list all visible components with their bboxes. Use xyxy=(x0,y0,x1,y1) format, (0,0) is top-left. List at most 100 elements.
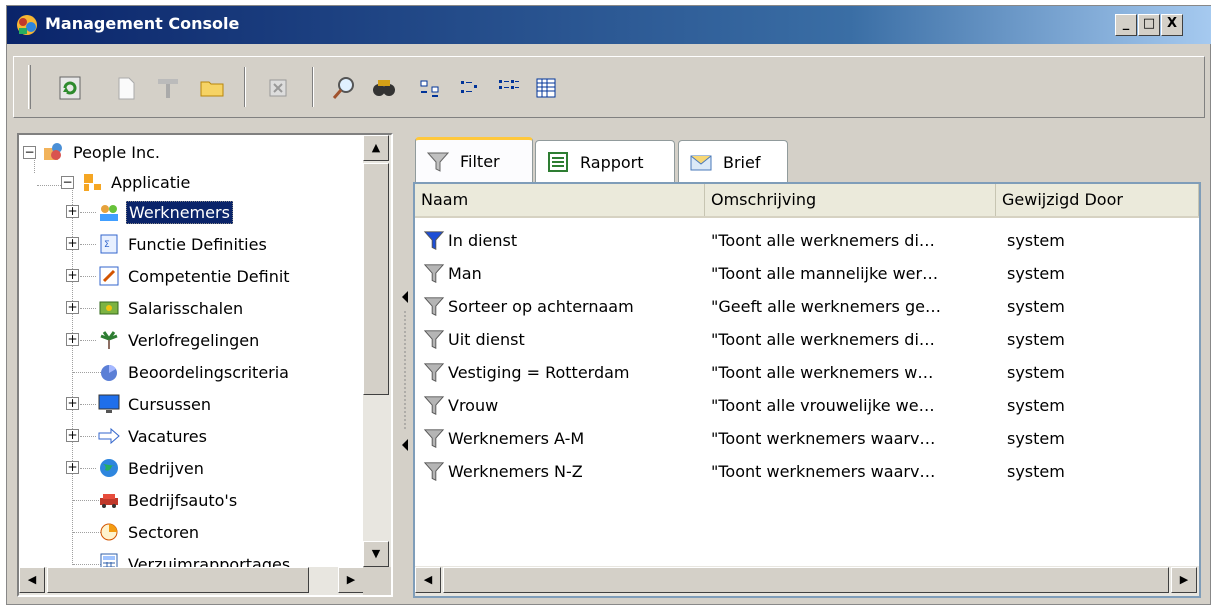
minimize-button[interactable]: _ xyxy=(1115,14,1137,36)
column-header-gewijzigd-door[interactable]: Gewijzigd Door xyxy=(996,184,1199,216)
tree-node-vacatures[interactable]: Vacatures xyxy=(97,421,209,451)
list-row[interactable]: Werknemers A-M "Toont werknemers waarv… sy… xyxy=(415,422,1145,455)
scroll-left-button[interactable]: ◀ xyxy=(19,567,45,593)
tree-label: Bedrijven xyxy=(128,458,204,478)
scroll-corner xyxy=(363,567,391,595)
scroll-thumb[interactable] xyxy=(47,567,309,593)
scroll-down-button[interactable]: ▼ xyxy=(363,541,389,567)
tab-brief[interactable]: Brief xyxy=(678,140,788,183)
list-row[interactable]: Werknemers N-Z "Toont werknemers waarv… sy… xyxy=(415,455,1145,488)
search-icon[interactable] xyxy=(330,74,358,102)
toolbar-grip[interactable] xyxy=(28,65,31,109)
criteria-icon xyxy=(101,364,117,381)
list-view-icon[interactable] xyxy=(494,74,522,102)
tree-label: Salarisschalen xyxy=(128,298,244,318)
tree-label: Werknemers xyxy=(126,200,233,224)
expand-icon[interactable]: + xyxy=(66,237,79,250)
binoculars-icon[interactable] xyxy=(370,74,398,102)
filter-description: "Toont werknemers waarv… xyxy=(711,429,936,448)
tree-label: Sectoren xyxy=(128,522,200,542)
filter-icon xyxy=(423,230,445,250)
modified-by: system xyxy=(1007,462,1065,481)
filter-description: "Toont alle werknemers w… xyxy=(711,363,934,382)
expand-icon[interactable]: + xyxy=(66,397,79,410)
list-row[interactable]: Sorteer op achternaam "Geeft alle werknem… xyxy=(415,290,1145,323)
tree-node-functie-definities[interactable]: Σ Functie Definities xyxy=(97,229,269,259)
scroll-left-button[interactable]: ◀ xyxy=(415,567,441,593)
tree-horizontal-scrollbar[interactable]: ◀ ▶ xyxy=(19,567,364,595)
globe-icon xyxy=(100,459,118,477)
tree-node-root[interactable]: − People Inc. xyxy=(23,137,162,167)
list-horizontal-scrollbar[interactable]: ◀ ▶ xyxy=(415,566,1199,596)
expand-icon[interactable]: + xyxy=(66,461,79,474)
tree-node-verzuimrapportages[interactable]: Verzuimrapportages xyxy=(97,549,292,567)
large-icons-view-icon[interactable] xyxy=(416,74,444,102)
maximize-button[interactable]: □ xyxy=(1138,14,1160,36)
list-row[interactable]: Vestiging = Rotterdam "Toont alle werknem… xyxy=(415,356,1145,389)
list-row[interactable]: Man "Toont alle mannelijke wer… system xyxy=(415,257,1145,290)
tree-node-applicatie[interactable]: − Applicatie xyxy=(61,167,192,197)
filter-icon xyxy=(426,152,450,172)
tree-node-salarisschalen[interactable]: Salarisschalen xyxy=(97,293,245,323)
report-icon xyxy=(548,152,568,172)
tab-filter[interactable]: Filter xyxy=(415,137,533,183)
tree-node-competentie-definit[interactable]: Competentie Definit xyxy=(97,261,292,291)
tree-node-werknemers[interactable]: Werknemers xyxy=(97,197,233,227)
tree-node-bedrijfsauto-s[interactable]: Bedrijfsauto's xyxy=(97,485,239,515)
properties-icon[interactable] xyxy=(154,74,182,102)
close-button[interactable]: X xyxy=(1161,14,1183,36)
tree-label: Verzuimrapportages xyxy=(128,554,291,568)
list-row[interactable]: Uit dienst "Toont alle werknemers di… syst… xyxy=(415,323,1145,356)
modified-by: system xyxy=(1007,264,1065,283)
scroll-right-button[interactable]: ▶ xyxy=(338,567,364,593)
filter-icon xyxy=(423,296,445,316)
filter-icon xyxy=(423,428,445,448)
filter-icon xyxy=(423,395,445,415)
people-folder-icon xyxy=(44,143,62,160)
salary-icon xyxy=(99,301,119,315)
tree-node-cursussen[interactable]: Cursussen xyxy=(97,389,213,419)
filter-description: "Toont alle werknemers di… xyxy=(711,330,935,349)
tree-vertical-scrollbar[interactable]: ▲ ▼ xyxy=(363,135,391,567)
details-view-icon[interactable] xyxy=(532,74,560,102)
title-bar[interactable]: Management Console _ □ X xyxy=(7,6,1211,44)
filter-description: "Geeft alle werknemers ge… xyxy=(711,297,941,316)
delete-icon[interactable] xyxy=(264,74,292,102)
filter-list-view[interactable]: Naam Omschrijving Gewijzigd Door In dien… xyxy=(413,182,1201,598)
column-header-omschrijving[interactable]: Omschrijving xyxy=(705,184,996,216)
small-icons-view-icon[interactable] xyxy=(456,74,484,102)
tree-label: Competentie Definit xyxy=(128,266,290,286)
filter-name: Vrouw xyxy=(448,396,499,415)
tree-node-beoordelingscriteria[interactable]: Beoordelingscriteria xyxy=(97,357,291,387)
tree-node-bedrijven[interactable]: Bedrijven xyxy=(97,453,206,483)
expand-icon[interactable]: + xyxy=(66,429,79,442)
collapse-icon[interactable]: − xyxy=(23,145,36,159)
scroll-thumb[interactable] xyxy=(443,567,1169,593)
toolbar-separator xyxy=(312,67,314,107)
tree-label: Beoordelingscriteria xyxy=(128,362,289,382)
filter-icon xyxy=(423,329,445,349)
expand-icon[interactable]: + xyxy=(66,301,79,314)
tree-view[interactable]: − People Inc. − Applicatie + Werknemers + Σ… xyxy=(19,135,364,567)
tab-rapport[interactable]: Rapport xyxy=(535,140,675,183)
open-folder-icon[interactable] xyxy=(198,74,226,102)
collapse-icon[interactable]: − xyxy=(61,175,74,189)
refresh-icon[interactable] xyxy=(56,74,84,102)
modified-by: system xyxy=(1007,429,1065,448)
scroll-up-button[interactable]: ▲ xyxy=(363,135,389,161)
new-icon[interactable] xyxy=(112,74,140,102)
tree-node-sectoren[interactable]: Sectoren xyxy=(97,517,201,547)
tree-label: Cursussen xyxy=(128,394,212,414)
scroll-thumb[interactable] xyxy=(363,163,389,395)
scroll-right-button[interactable]: ▶ xyxy=(1171,567,1197,593)
expand-icon[interactable]: + xyxy=(66,269,79,282)
expand-icon[interactable]: + xyxy=(66,333,79,346)
list-row[interactable]: In dienst "Toont alle werknemers di… syste… xyxy=(415,224,1145,257)
filter-name: Uit dienst xyxy=(448,330,525,349)
function-definitions-icon: Σ xyxy=(100,234,118,254)
panel-splitter[interactable] xyxy=(400,271,410,471)
expand-icon[interactable]: + xyxy=(66,205,79,218)
column-header-naam[interactable]: Naam xyxy=(415,184,705,216)
tree-node-verlofregelingen[interactable]: Verlofregelingen xyxy=(97,325,261,355)
list-row[interactable]: Vrouw "Toont alle vrouwelijke we… system xyxy=(415,389,1145,422)
